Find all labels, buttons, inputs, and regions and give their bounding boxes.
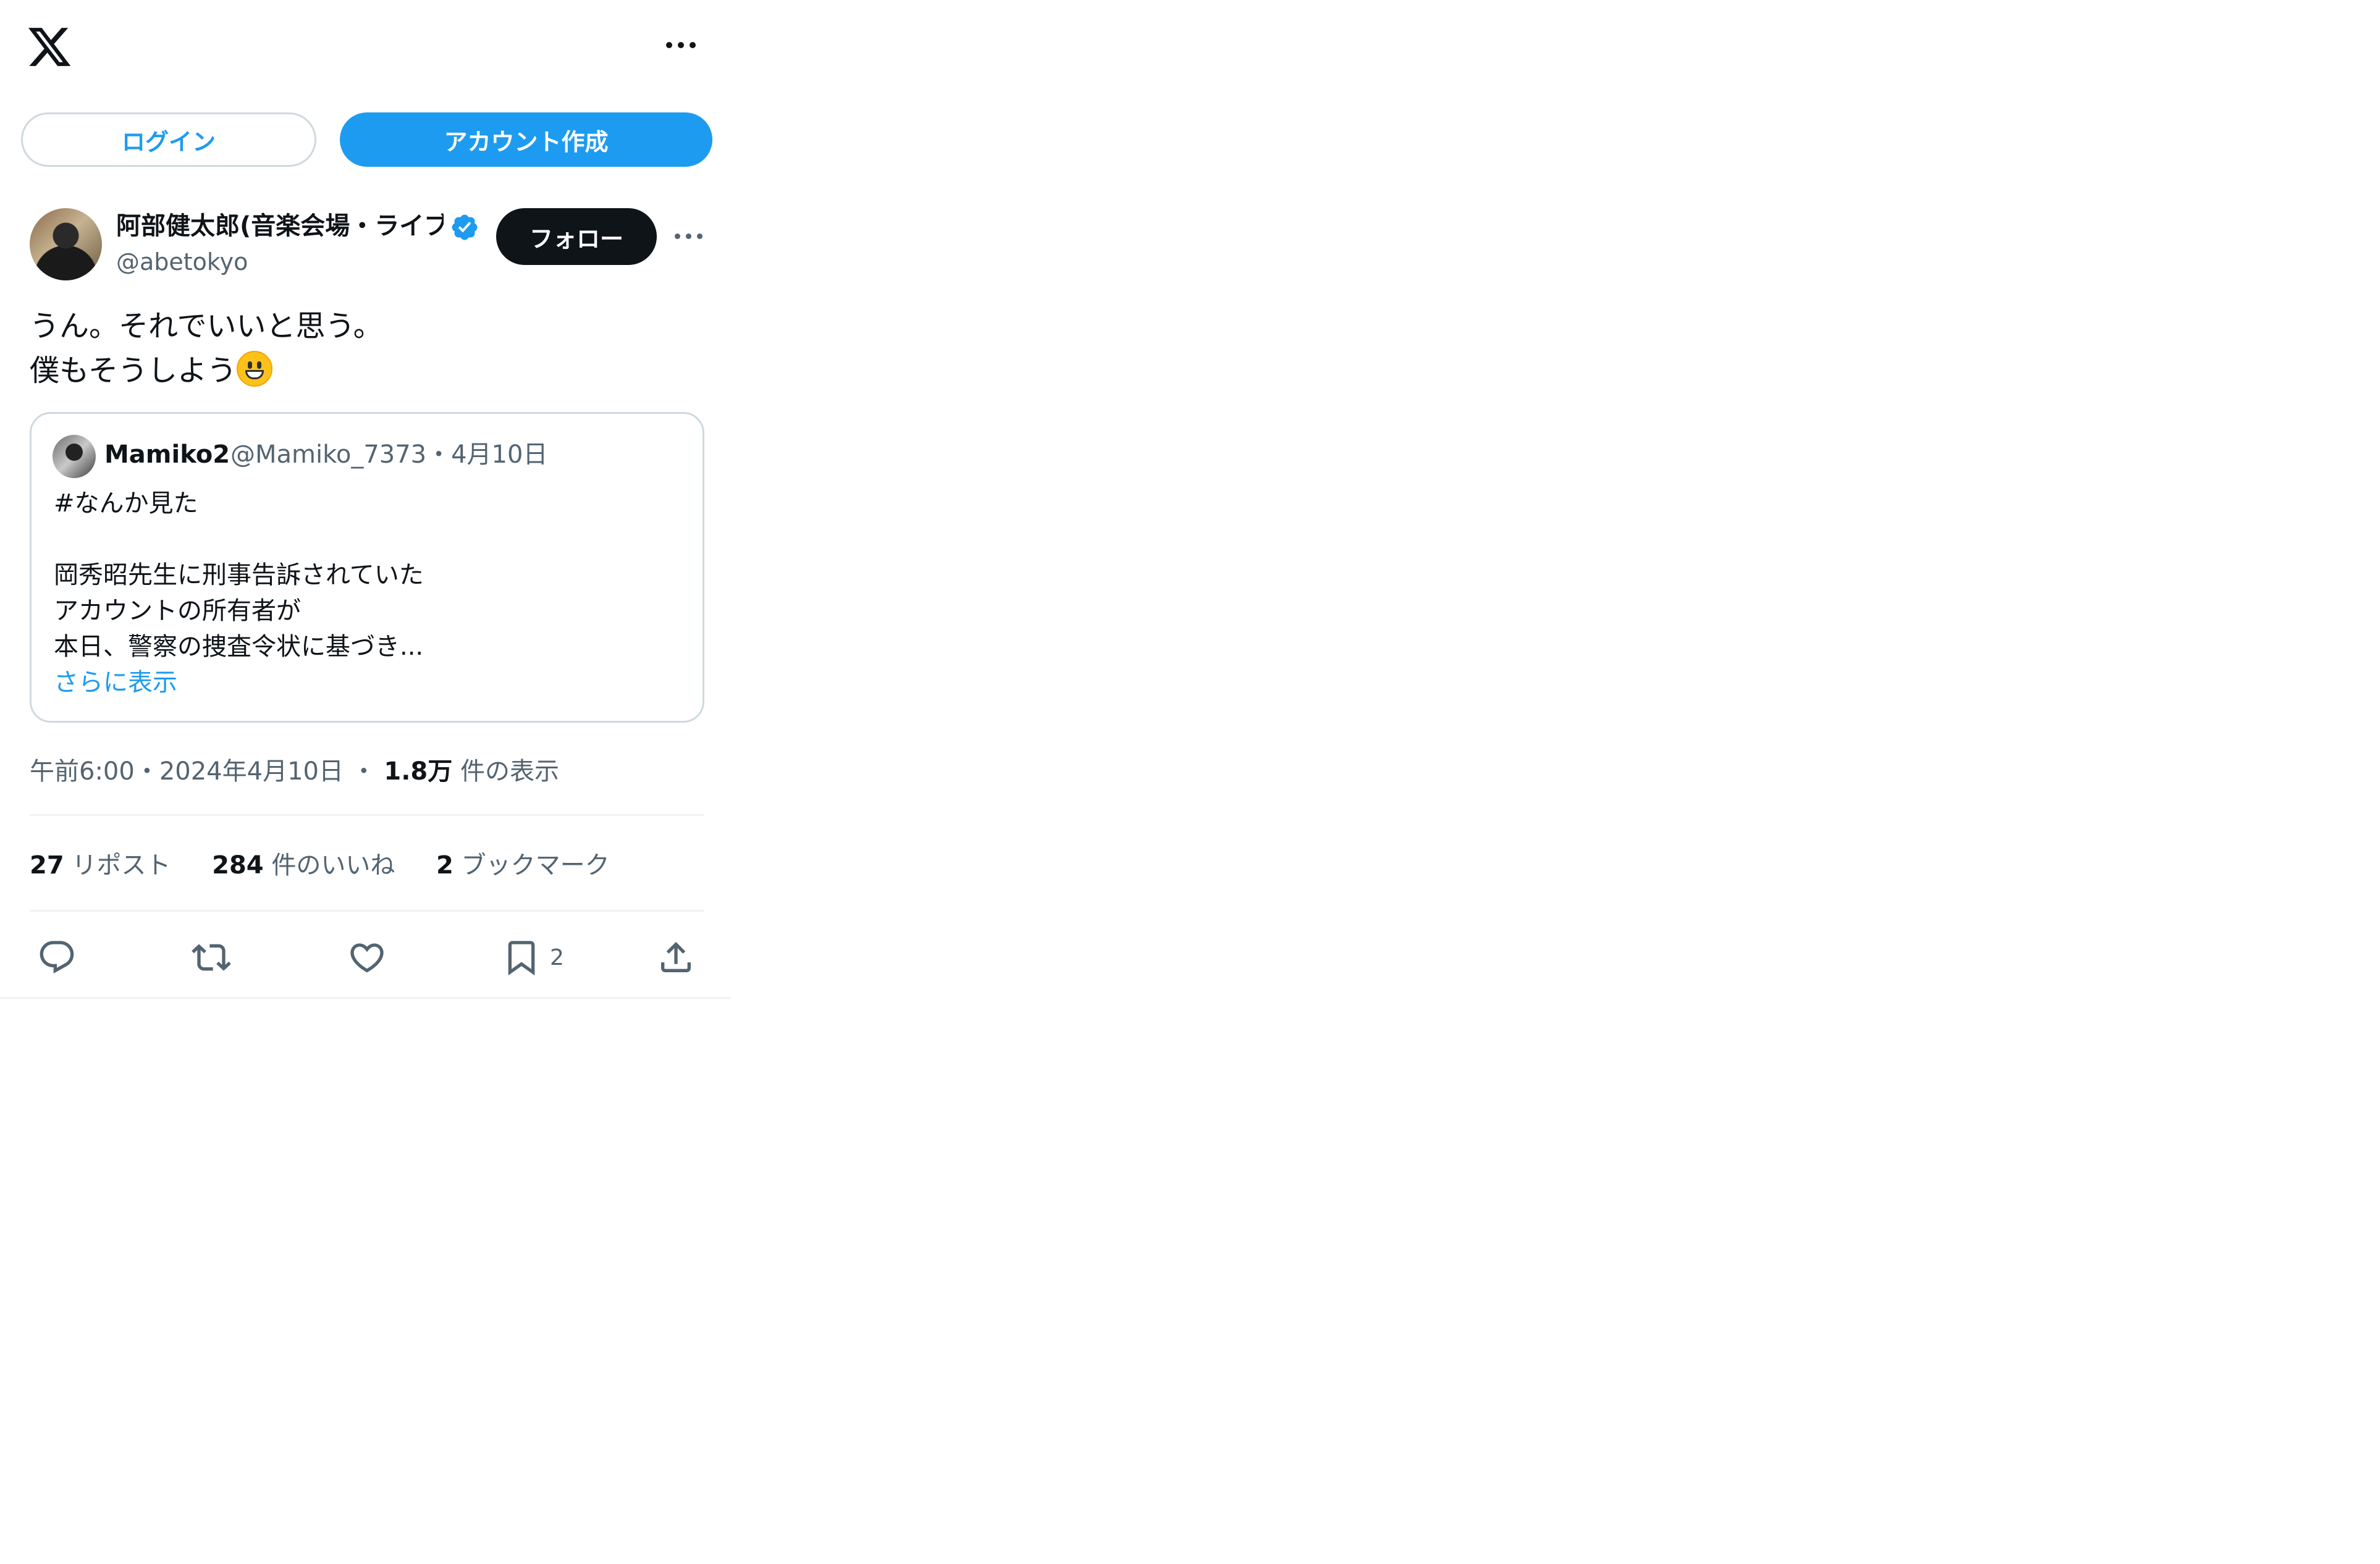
post-text: うん。それでいいと思う。 僕もそうしよう	[30, 304, 383, 393]
quoted-author-avatar	[53, 435, 96, 478]
author-display-name[interactable]: 阿部健太郎(音楽会場・ライブハウス・コンサートホール経営者)	[116, 210, 444, 242]
timestamp-text[interactable]: 午前6:00・2024年4月10日	[30, 757, 344, 786]
grinning-face-emoji	[237, 351, 273, 387]
post-text-line: うん。それでいいと思う。	[30, 309, 383, 343]
quoted-line: 本日、警察の捜査令状に基づき...	[54, 633, 424, 661]
engagement-stats: 27 リポスト 284 件のいいね 2 ブックマーク	[30, 847, 643, 883]
repost-icon[interactable]	[192, 938, 231, 977]
reposts-stat[interactable]: 27 リポスト	[30, 851, 171, 880]
share-icon[interactable]	[656, 938, 696, 977]
like-icon[interactable]	[347, 938, 387, 977]
likes-stat[interactable]: 284 件のいいね	[212, 851, 395, 880]
quoted-author-name: Mamiko2	[104, 440, 230, 469]
quoted-post-text: #なんか見た 岡秀昭先生に刑事告訴されていた アカウントの所有者が 本日、警察の…	[54, 486, 424, 700]
follow-button[interactable]: フォロー	[496, 208, 657, 265]
views-count: 1.8万	[384, 757, 453, 786]
bookmarks-stat[interactable]: 2 ブックマーク	[436, 851, 610, 880]
post-more-icon[interactable]	[675, 233, 703, 239]
quoted-line: #なんか見た	[54, 489, 198, 518]
action-bar: 2	[0, 927, 731, 988]
create-account-button[interactable]: アカウント作成	[340, 112, 712, 167]
post-timestamp: 午前6:00・2024年4月10日 ・ 1.8万 件の表示	[30, 757, 559, 786]
bookmark-icon[interactable]	[502, 938, 541, 977]
quoted-line: アカウントの所有者が	[54, 597, 301, 625]
author-avatar[interactable]	[30, 208, 102, 280]
views-label: 件の表示	[460, 757, 559, 786]
top-bar	[0, 0, 731, 93]
author-handle[interactable]: @abetokyo	[116, 247, 248, 277]
divider	[30, 910, 704, 912]
more-horizontal-icon[interactable]	[666, 42, 696, 48]
divider	[30, 814, 704, 816]
bookmark-count: 2	[550, 945, 564, 970]
show-more-link[interactable]: さらに表示	[54, 665, 424, 700]
quoted-author-meta: @Mamiko_7373・4月10日	[230, 440, 548, 469]
verified-badge-icon	[452, 214, 478, 240]
quoted-line: 岡秀昭先生に刑事告訴されていた	[54, 561, 424, 589]
post-text-line-2: 僕もそうしよう	[30, 348, 383, 393]
reply-icon[interactable]	[37, 938, 77, 977]
quoted-post[interactable]: Mamiko2 @Mamiko_7373・4月10日 #なんか見た 岡秀昭先生に…	[30, 412, 704, 723]
login-button[interactable]: ログイン	[21, 112, 316, 167]
quoted-line	[54, 521, 424, 557]
divider	[0, 997, 731, 999]
x-logo-icon[interactable]	[26, 23, 73, 70]
